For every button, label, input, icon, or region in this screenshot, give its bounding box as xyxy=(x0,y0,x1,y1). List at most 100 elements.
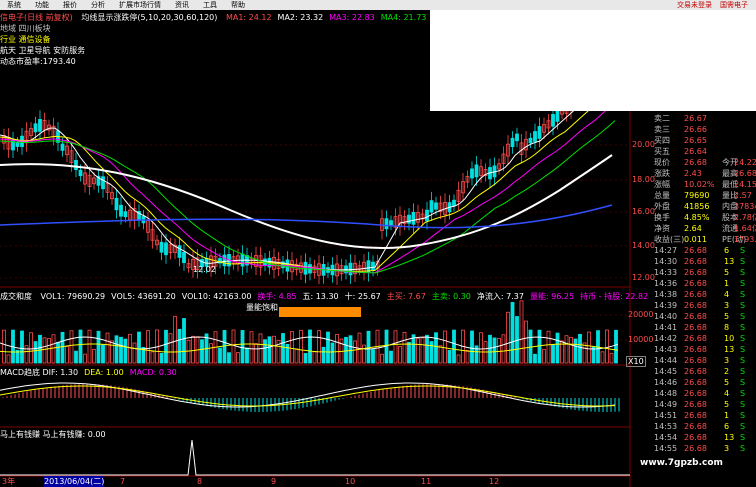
stat-value: 26.68 xyxy=(734,169,756,178)
candle-body xyxy=(434,202,438,210)
tick-time: 14:42 xyxy=(654,334,678,343)
macd-metric: MACD趋底 DIF: 1.30 xyxy=(0,368,79,377)
stat-row: 收益(三)0.011PE(动)1793.4 xyxy=(630,234,756,245)
volume-bar xyxy=(416,338,420,364)
volume-bar xyxy=(312,351,317,364)
volume-bar xyxy=(506,311,510,364)
volume-bar xyxy=(173,316,177,364)
stat-value: 10.02% xyxy=(684,180,715,189)
month-label: 8 xyxy=(197,477,203,486)
time-axis: 3年 2013/06/04(二) 7 8 9 10 11 12 xyxy=(0,476,630,487)
menu-item-news[interactable]: 资讯 xyxy=(168,0,196,10)
month-label: 12 xyxy=(489,477,500,486)
volume-bar xyxy=(569,336,573,364)
industry-label: 行业 通信设备 xyxy=(0,35,51,44)
tick-direction: S xyxy=(740,290,746,299)
volume-bar xyxy=(6,354,11,364)
trade-login-link[interactable]: 交易未登录 xyxy=(677,0,712,10)
candle-body xyxy=(452,199,456,207)
volume-bar xyxy=(146,330,150,364)
ma-value: MA1: 24.12 xyxy=(225,13,272,22)
stat-row: 换手 4.85% 股本 2.78亿 xyxy=(630,212,756,223)
menu-item-analysis[interactable]: 分析 xyxy=(84,0,112,10)
volume-bar xyxy=(60,331,65,364)
tick-price: 26.68 xyxy=(684,356,707,365)
tick-price: 26.68 xyxy=(684,378,707,387)
volume-bar xyxy=(510,301,515,364)
volume-bar xyxy=(353,340,357,364)
tick-price: 26.68 xyxy=(684,246,707,255)
volume-bar xyxy=(227,352,231,364)
candle-body xyxy=(429,200,434,213)
volume-bar xyxy=(366,330,371,364)
tick-direction: S xyxy=(740,268,746,277)
volume-bar xyxy=(191,335,195,364)
tick-time: 14:43 xyxy=(654,345,678,354)
candle-body xyxy=(101,176,105,190)
candle-body xyxy=(348,262,353,276)
menu-item-system[interactable]: 系统 xyxy=(0,0,28,10)
tick-row: 14:54 26.68 13 S xyxy=(630,432,756,443)
stat-value: 2.78亿 xyxy=(734,213,756,222)
tick-row: 14:36 26.68 1 S xyxy=(630,278,756,289)
volume-metric: 十: 25.67 xyxy=(344,292,381,301)
volume-bar xyxy=(231,329,236,364)
volume-metric: 主卖: 0.30 xyxy=(431,292,471,301)
tick-volume: 13 xyxy=(724,345,735,354)
menu-item-function[interactable]: 功能 xyxy=(28,0,56,10)
tick-time: 14:44 xyxy=(654,356,678,365)
menu-item-help[interactable]: 帮助 xyxy=(224,0,252,10)
tick-direction: S xyxy=(740,400,746,409)
volume-bar xyxy=(443,330,447,364)
volume-saturation-bar xyxy=(279,307,361,317)
volume-bar xyxy=(87,329,92,364)
month-label: 7 xyxy=(120,477,126,486)
tick-direction: S xyxy=(740,356,746,365)
menu-item-extended-market[interactable]: 扩展市场行情 xyxy=(112,0,168,10)
broker-link[interactable]: 国需电子 xyxy=(720,0,748,10)
tick-time: 14:27 xyxy=(654,246,678,255)
stat-value: 2.57 xyxy=(734,191,752,200)
volume-bar xyxy=(299,329,303,364)
ma-settings-label[interactable]: 均线显示涨跌停(5,10,20,30,60,120) xyxy=(81,13,217,22)
stat-value: 24.22 xyxy=(734,158,756,167)
menu-item-quote[interactable]: 报价 xyxy=(56,0,84,10)
volume-bar xyxy=(132,342,137,364)
stat-value: 2.64 xyxy=(684,224,702,233)
volume-bar xyxy=(42,337,47,364)
volume-bar xyxy=(56,341,60,364)
ma-value: MA5: 19.31 xyxy=(432,13,478,22)
quote-panel: 卖二 26.67 卖三 26.66 买四 26.65 买五 26.64 现价 26.68 今开 24.… xyxy=(630,111,756,487)
tick-price: 26.68 xyxy=(684,268,707,277)
tick-direction: S xyxy=(740,323,746,332)
candle-body xyxy=(74,159,78,171)
tick-price: 26.68 xyxy=(684,290,707,299)
volume-bar xyxy=(407,341,411,364)
volume-bar xyxy=(438,345,443,364)
menu-item-tools[interactable]: 工具 xyxy=(196,0,224,10)
candle-body xyxy=(407,214,411,224)
ma-long-line xyxy=(0,154,613,250)
candle-body xyxy=(537,126,542,139)
volume-metric: 换手: 4.85 xyxy=(257,292,297,301)
candle-body xyxy=(411,211,416,225)
tick-direction: S xyxy=(740,345,746,354)
tick-direction: S xyxy=(740,378,746,387)
order-level-label: 卖二 xyxy=(654,114,670,123)
candle-body xyxy=(425,209,429,222)
tick-volume: 13 xyxy=(724,433,735,442)
volume-bar xyxy=(393,330,398,364)
ma-value: MA4: 21.73 xyxy=(380,13,427,22)
volume-bar xyxy=(123,338,128,364)
tick-direction: S xyxy=(740,422,746,431)
candle-body xyxy=(60,143,65,151)
volume-bar xyxy=(69,330,74,364)
candle-body xyxy=(533,131,537,142)
volume-bar xyxy=(326,331,330,364)
stat-label: 收益(三) xyxy=(654,235,685,244)
volume-bar xyxy=(2,329,6,364)
volume-bar xyxy=(348,335,353,364)
volume-bar xyxy=(492,337,497,364)
volume-bar xyxy=(555,332,560,364)
tick-row: 14:40 26.68 5 S xyxy=(630,311,756,322)
